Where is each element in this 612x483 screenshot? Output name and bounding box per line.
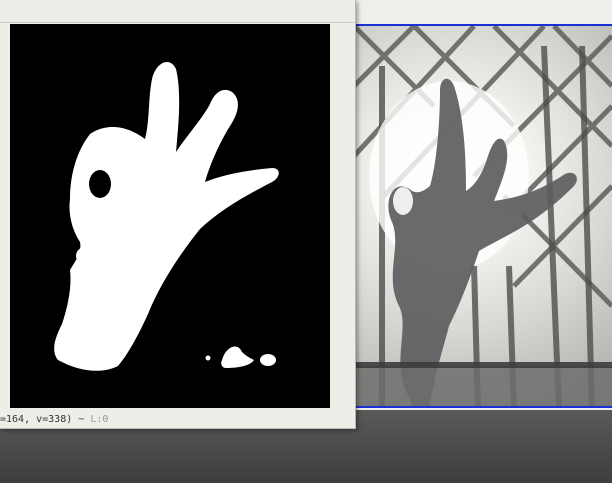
status-level: L:0 [90, 414, 109, 425]
camera-view[interactable] [354, 24, 612, 408]
camera-window [340, 0, 612, 410]
mask-canvas[interactable] [10, 24, 330, 408]
status-bar: =164, v=338) ~ L:0 [0, 412, 355, 428]
mask-window-titlebar[interactable] [0, 0, 355, 23]
mask-window: =164, v=338) ~ L:0 [0, 0, 356, 429]
status-coordinates: =164, v=338) ~ [0, 414, 91, 425]
camera-feed-image [354, 26, 612, 406]
hand-mask-image [54, 61, 279, 371]
